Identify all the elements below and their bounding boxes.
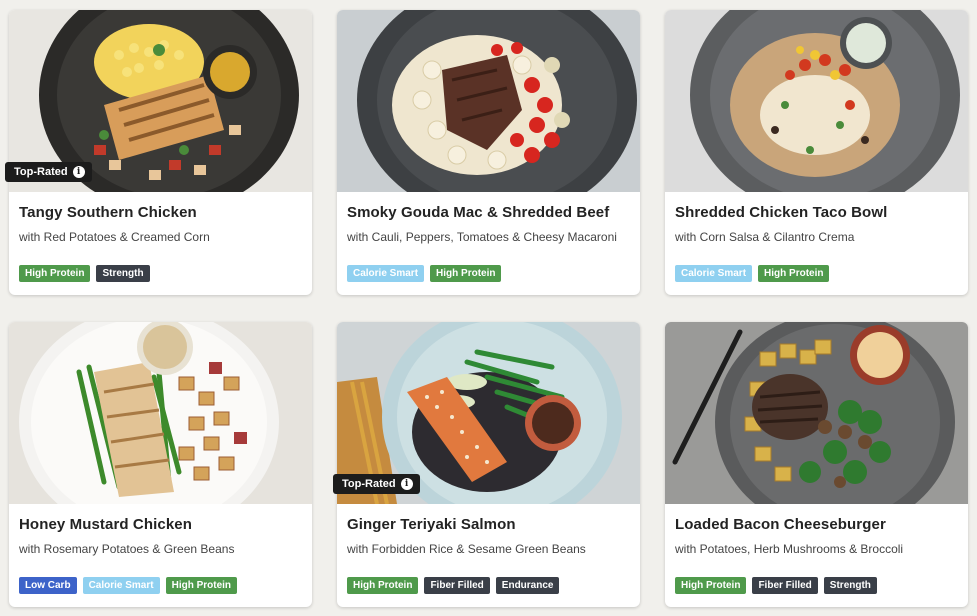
tag-strength: Strength [96, 265, 150, 282]
meal-tags: High Protein Fiber Filled Endurance [347, 577, 630, 594]
meal-grid: Top-Rated i Tangy Southern Chicken with … [5, 10, 969, 607]
info-icon[interactable]: i [72, 166, 85, 178]
meal-card[interactable]: Top-Rated i Tangy Southern Chicken with … [5, 10, 312, 295]
top-rated-badge[interactable]: Top-Rated i [5, 162, 92, 182]
meal-subtitle: with Cauli, Peppers, Tomatoes & Cheesy M… [347, 230, 617, 244]
meal-photo[interactable] [665, 322, 968, 504]
tag-calorie-smart: Calorie Smart [82, 577, 160, 594]
meal-tags: High Protein Fiber Filled Strength [675, 577, 958, 594]
meal-tags: Calorie Smart High Protein [347, 265, 630, 282]
meal-title[interactable]: Loaded Bacon Cheeseburger [675, 516, 958, 533]
meal-subtitle: with Potatoes, Herb Mushrooms & Broccoli [675, 542, 904, 556]
tag-high-protein: High Protein [430, 265, 502, 282]
info-icon[interactable]: i [400, 478, 413, 490]
meal-card[interactable]: Shredded Chicken Taco Bowl with Corn Sal… [665, 10, 968, 295]
top-rated-label: Top-Rated [14, 166, 68, 178]
meal-title[interactable]: Tangy Southern Chicken [19, 204, 302, 221]
meal-photo[interactable] [337, 10, 640, 192]
tag-high-protein: High Protein [758, 265, 830, 282]
top-rated-label: Top-Rated [342, 478, 396, 490]
tag-high-protein: High Protein [19, 265, 91, 282]
meal-title[interactable]: Smoky Gouda Mac & Shredded Beef [347, 204, 630, 221]
tag-strength: Strength [823, 577, 877, 594]
meal-title[interactable]: Shredded Chicken Taco Bowl [675, 204, 958, 221]
tag-fiber-filled: Fiber Filled [424, 577, 490, 594]
meal-tags: Calorie Smart High Protein [675, 265, 958, 282]
meal-title[interactable]: Ginger Teriyaki Salmon [347, 516, 630, 533]
tag-low-carb: Low Carb [19, 577, 77, 594]
tag-high-protein: High Protein [165, 577, 238, 594]
tag-fiber-filled: Fiber Filled [752, 577, 818, 594]
tag-high-protein: High Protein [675, 577, 747, 594]
meal-subtitle: with Rosemary Potatoes & Green Beans [19, 542, 235, 556]
tag-calorie-smart: Calorie Smart [347, 265, 425, 282]
tag-high-protein: High Protein [347, 577, 419, 594]
meal-photo[interactable] [665, 10, 968, 192]
meal-card[interactable]: Top-Rated i Ginger Teriyaki Salmon with … [333, 322, 640, 607]
meal-subtitle: with Red Potatoes & Creamed Corn [19, 230, 210, 244]
meal-tags: Low Carb Calorie Smart High Protein [19, 577, 302, 594]
meal-subtitle: with Forbidden Rice & Sesame Green Beans [347, 542, 586, 556]
meal-subtitle: with Corn Salsa & Cilantro Crema [675, 230, 855, 244]
meal-tags: High Protein Strength [19, 265, 302, 282]
tag-endurance: Endurance [495, 577, 560, 594]
meal-title[interactable]: Honey Mustard Chicken [19, 516, 302, 533]
meal-card[interactable]: Honey Mustard Chicken with Rosemary Pota… [9, 322, 312, 607]
tag-calorie-smart: Calorie Smart [675, 265, 753, 282]
top-rated-badge[interactable]: Top-Rated i [333, 474, 420, 494]
meal-photo[interactable] [9, 322, 312, 504]
meal-card[interactable]: Smoky Gouda Mac & Shredded Beef with Cau… [337, 10, 640, 295]
meal-card[interactable]: Loaded Bacon Cheeseburger with Potatoes,… [665, 322, 968, 607]
